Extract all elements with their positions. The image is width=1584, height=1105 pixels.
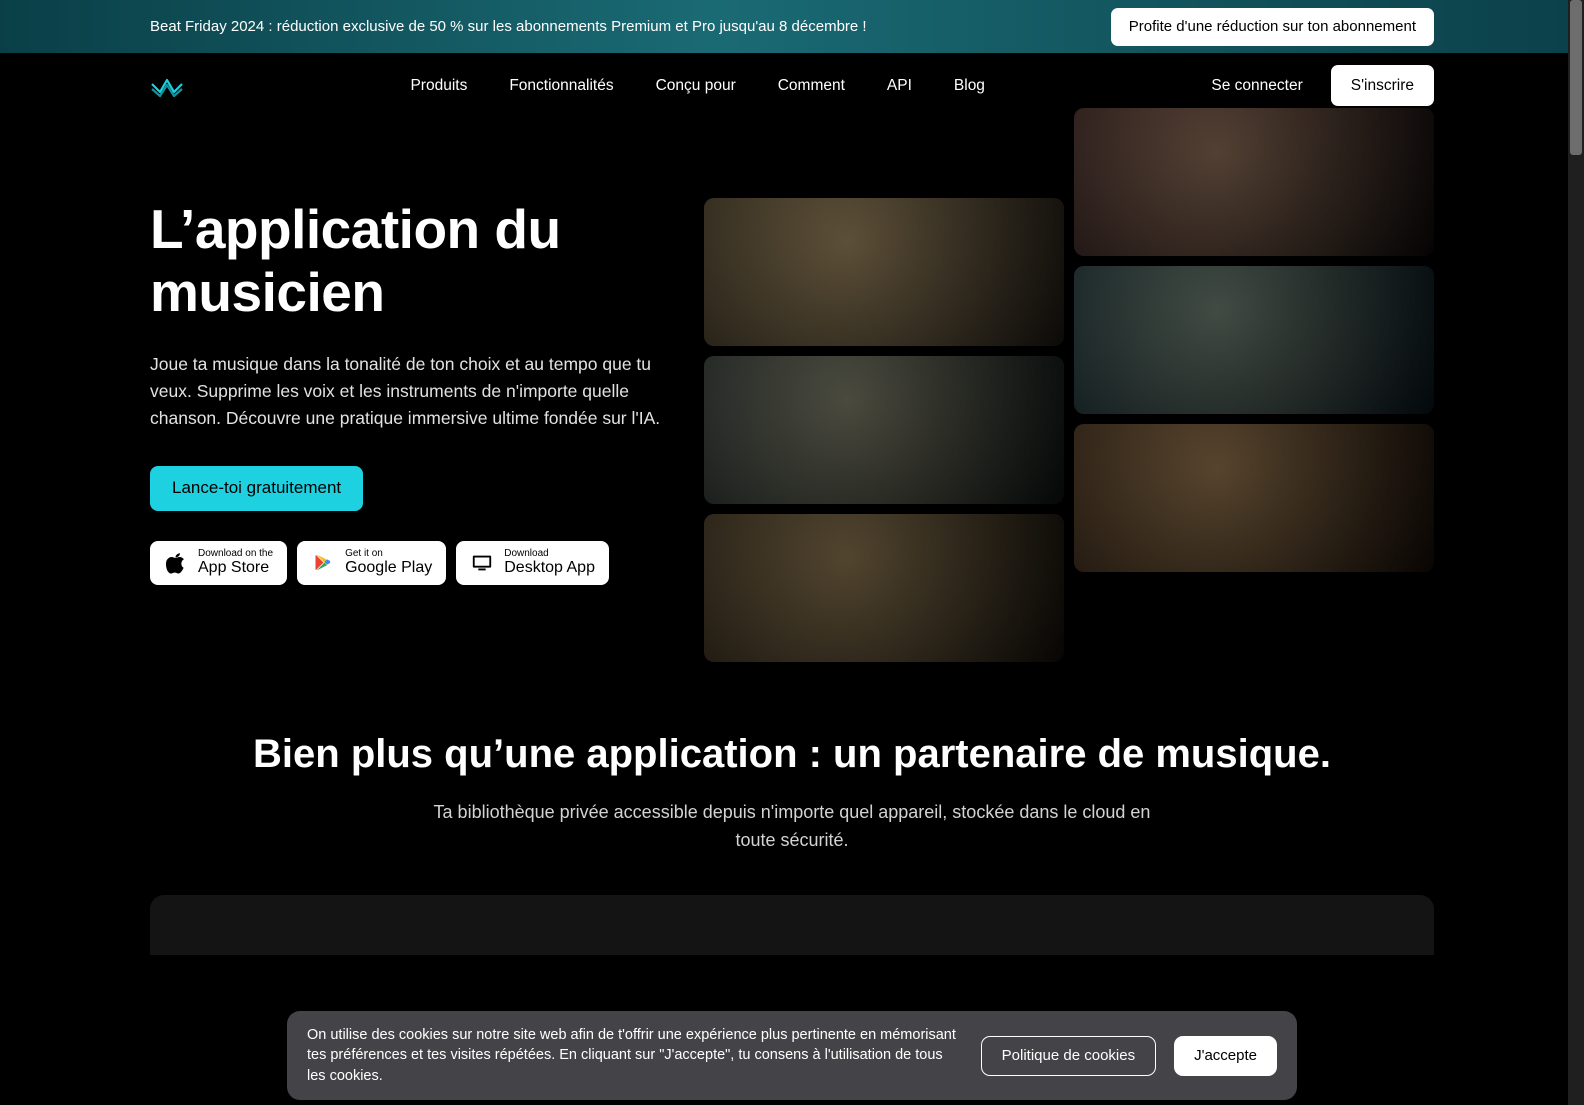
grid-thumb — [1074, 108, 1434, 256]
badge-big-text: Google Play — [345, 560, 432, 577]
nav-link-produits[interactable]: Produits — [410, 77, 467, 95]
desktop-icon — [470, 551, 494, 575]
nav-link-blog[interactable]: Blog — [954, 77, 985, 95]
section-partner: Bien plus qu’une application : un parten… — [0, 662, 1584, 895]
scrollbar-thumb[interactable] — [1570, 0, 1582, 155]
grid-thumb — [704, 356, 1064, 504]
hero-copy: L’application du musicien Joue ta musiqu… — [150, 198, 690, 662]
announcement-cta-button[interactable]: Profite d'une réduction sur ton abonneme… — [1111, 8, 1434, 46]
hero-cta-button[interactable]: Lance-toi gratuitement — [150, 466, 363, 511]
cookie-banner: On utilise des cookies sur notre site we… — [287, 1011, 1297, 1100]
apple-icon — [164, 551, 188, 575]
google-play-icon — [311, 551, 335, 575]
grid-thumb — [704, 514, 1064, 662]
grid-thumb — [1074, 424, 1434, 572]
cookie-text: On utilise des cookies sur notre site we… — [307, 1025, 963, 1086]
google-play-badge[interactable]: Get it on Google Play — [297, 541, 446, 585]
nav-right: Se connecter S'inscrire — [1211, 65, 1434, 106]
hero-image-grid — [704, 158, 1434, 662]
nav-link-fonctionnalites[interactable]: Fonctionnalités — [509, 77, 613, 95]
hero-section: L’application du musicien Joue ta musiqu… — [0, 118, 1584, 662]
nav-link-comment[interactable]: Comment — [778, 77, 845, 95]
logo-icon[interactable] — [150, 74, 184, 98]
announcement-banner: Beat Friday 2024 : réduction exclusive d… — [0, 0, 1584, 53]
grid-thumb — [1074, 266, 1434, 414]
nav-link-concu-pour[interactable]: Conçu pour — [656, 77, 736, 95]
cookie-policy-button[interactable]: Politique de cookies — [981, 1036, 1156, 1076]
nav-link-api[interactable]: API — [887, 77, 912, 95]
signup-button[interactable]: S'inscrire — [1331, 65, 1434, 106]
badge-big-text: App Store — [198, 560, 273, 577]
hero-description: Joue ta musique dans la tonalité de ton … — [150, 351, 690, 432]
signin-link[interactable]: Se connecter — [1211, 77, 1302, 95]
cookie-accept-button[interactable]: J'accepte — [1174, 1036, 1277, 1076]
badge-big-text: Desktop App — [504, 560, 595, 577]
app-store-badge[interactable]: Download on the App Store — [150, 541, 287, 585]
nav-center: Produits Fonctionnalités Conçu pour Comm… — [216, 77, 1179, 95]
section-description: Ta bibliothèque privée accessible depuis… — [432, 799, 1152, 855]
desktop-app-badge[interactable]: Download Desktop App — [456, 541, 609, 585]
hero-title: L’application du musicien — [150, 198, 690, 325]
grid-thumb — [704, 198, 1064, 346]
section-title: Bien plus qu’une application : un parten… — [150, 732, 1434, 777]
download-badges: Download on the App Store Get it on Goog… — [150, 541, 690, 585]
scrollbar[interactable] — [1568, 0, 1584, 1105]
announcement-text: Beat Friday 2024 : réduction exclusive d… — [150, 18, 867, 35]
content-peek-panel — [150, 895, 1434, 955]
